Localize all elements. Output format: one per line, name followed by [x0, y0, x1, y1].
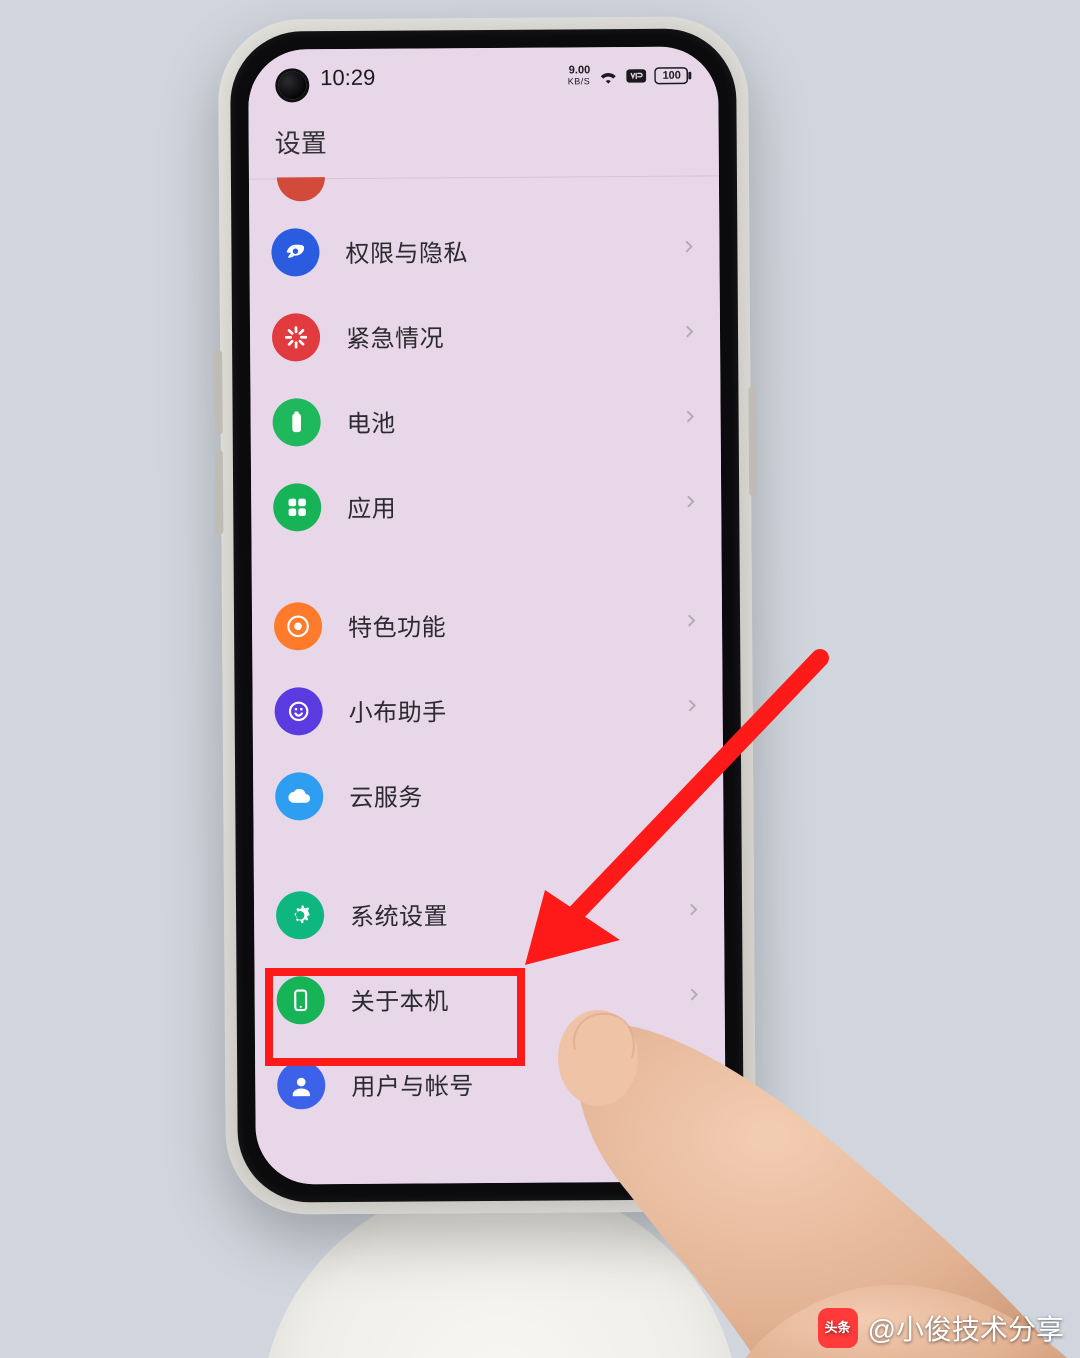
features-icon: [274, 602, 322, 650]
vpn-badge-icon: [626, 69, 646, 83]
chevron-right-icon: [685, 986, 703, 1009]
phone-screen[interactable]: 10:29 9.00 KB/S: [248, 46, 726, 1184]
status-time: 10:29: [320, 65, 375, 91]
chevron-right-icon: [683, 697, 701, 720]
apps-icon: [273, 483, 321, 531]
chevron-right-icon: [681, 493, 699, 516]
settings-item-label: 系统设置: [350, 895, 684, 932]
gear-icon: [276, 891, 324, 939]
settings-item-label: 小布助手: [349, 691, 683, 728]
watermark-badge-icon: 头条: [818, 1308, 858, 1348]
page-title: 设置: [248, 104, 718, 178]
settings-item-accounts[interactable]: 用户与帐号: [255, 1039, 726, 1127]
settings-item-about[interactable]: 关于本机: [254, 954, 725, 1042]
watermark-text: @小俊技术分享: [868, 1308, 1064, 1348]
settings-item-label: 关于本机: [351, 980, 685, 1017]
watermark: 头条 @小俊技术分享: [818, 1308, 1064, 1348]
settings-item-label: 特色功能: [348, 606, 682, 643]
settings-item-label: 应用: [347, 487, 681, 524]
assistant-icon: [274, 687, 322, 735]
settings-item-features[interactable]: 特色功能: [252, 580, 723, 668]
settings-item-label: 云服务: [349, 776, 683, 813]
network-speed-indicator: 9.00 KB/S: [568, 65, 591, 87]
emergency-icon: [272, 313, 320, 361]
chevron-right-icon: [685, 1071, 703, 1094]
photo-background: 10:29 9.00 KB/S: [0, 0, 1080, 1358]
user-icon: [277, 1061, 325, 1109]
settings-list[interactable]: 权限与隐私 紧急情况: [249, 176, 726, 1127]
chevron-right-icon: [679, 238, 697, 261]
chevron-right-icon: [680, 323, 698, 346]
privacy-icon: [271, 228, 319, 276]
chevron-right-icon: [684, 901, 702, 924]
settings-item-apps[interactable]: 应用: [251, 461, 722, 549]
about-device-icon: [277, 976, 325, 1024]
settings-item-system[interactable]: 系统设置: [254, 869, 725, 957]
settings-item-privacy[interactable]: 权限与隐私: [249, 206, 720, 294]
phone-bezel: 10:29 9.00 KB/S: [230, 28, 744, 1203]
settings-item-label: 用户与帐号: [351, 1065, 685, 1102]
settings-item-emergency[interactable]: 紧急情况: [250, 291, 721, 379]
status-bar: 10:29 9.00 KB/S: [248, 46, 718, 107]
settings-item-battery[interactable]: 电池: [250, 376, 721, 464]
settings-item-label: 电池: [347, 402, 681, 439]
volume-down-button: [215, 450, 224, 535]
wifi-icon: [598, 68, 618, 84]
settings-item-label: 紧急情况: [346, 317, 680, 354]
chevron-right-icon: [681, 408, 699, 431]
chevron-right-icon: [683, 782, 701, 805]
settings-item-label: 权限与隐私: [345, 232, 679, 269]
battery-icon: [272, 398, 320, 446]
volume-up-button: [214, 350, 223, 435]
settings-item-cloud[interactable]: 云服务: [253, 750, 724, 838]
settings-item-breeno[interactable]: 小布助手: [252, 665, 723, 753]
battery-icon: 100: [654, 67, 692, 85]
phone-body: 10:29 9.00 KB/S: [218, 16, 756, 1215]
cloud-icon: [275, 772, 323, 820]
previous-item-peek: [271, 177, 697, 202]
power-button: [748, 386, 757, 496]
chevron-right-icon: [682, 612, 700, 635]
